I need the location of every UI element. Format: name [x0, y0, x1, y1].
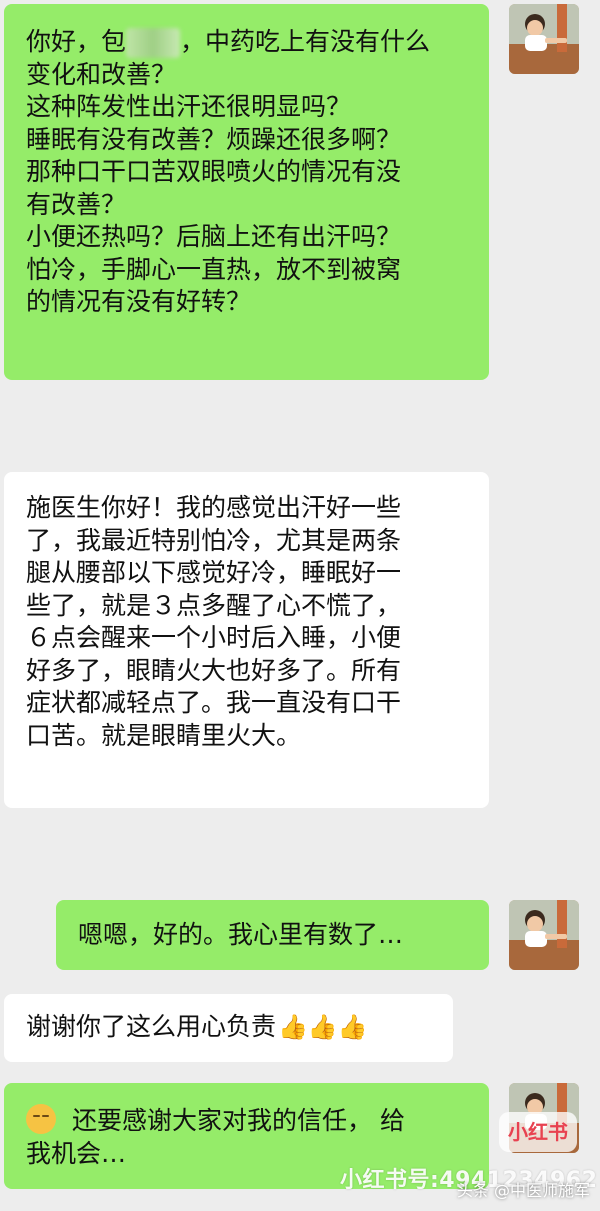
message-line: 有改善？	[26, 189, 127, 219]
message-line: 腿从腰部以下感觉好冷，睡眠好一	[26, 558, 402, 587]
message-text: 谢谢你了这么用心负责	[26, 1012, 277, 1041]
message-line: 这种阵发性出汗还很明显吗？	[26, 92, 352, 121]
message-line: 症状都减轻点了。我一直没有口干	[26, 688, 402, 717]
message-line: 还要感谢大家对我的信任， 给	[72, 1106, 405, 1135]
outgoing-message-2[interactable]: 嗯嗯，好的。我心里有数了…	[56, 900, 489, 970]
incoming-message-2[interactable]: 谢谢你了这么用心负责👍👍👍	[4, 994, 453, 1062]
toutiao-watermark: 头条 @中医师施军	[456, 1181, 590, 1200]
message-line: 施医生你好！我的感觉出汗好一些	[26, 493, 402, 522]
user-avatar[interactable]	[509, 900, 579, 970]
message-line: 口苦。就是眼睛里火大。	[26, 720, 302, 750]
message-line: 那种口干口苦双眼喷火的情况有没	[26, 157, 402, 186]
message-line: 的情况有没有好转？	[26, 287, 252, 316]
message-line: 好多了，眼睛火大也好多了。所有	[26, 655, 402, 685]
message-line: 你好，包	[26, 27, 127, 56]
outgoing-message-1[interactable]: 你好，包 ，中药吃上有没有什么 变化和改善？ 这种阵发性出汗还很明显吗？ 睡眠有没…	[4, 4, 489, 380]
message-text: 嗯嗯，好的。我心里有数了…	[78, 920, 404, 949]
message-line: 些了，就是３点多醒了心不慌了，	[26, 590, 402, 620]
child-photo-icon	[509, 4, 579, 74]
user-avatar[interactable]	[509, 4, 579, 74]
message-line: 小便还热吗？后脑上还有出汗吗？	[26, 222, 402, 251]
child-photo-icon	[509, 900, 579, 970]
message-line: 睡眠有没有改善？烦躁还很多啊？	[26, 124, 402, 154]
redacted-name	[126, 28, 181, 58]
incoming-message-1[interactable]: 施医生你好！我的感觉出汗好一些 了，我最近特别怕冷，尤其是两条 腿从腰部以下感觉…	[4, 472, 489, 808]
message-line: 变化和改善？	[26, 59, 177, 89]
message-line: 了，我最近特别怕冷，尤其是两条	[26, 525, 402, 555]
message-line: ６点会醒来一个小时后入睡，小便	[26, 623, 402, 652]
thumbs-up-icon: 👍👍👍	[278, 1013, 368, 1041]
relieved-face-icon	[26, 1104, 56, 1134]
message-line: ，中药吃上有没有什么	[180, 27, 431, 56]
message-line: 怕冷，手脚心一直热，放不到被窝	[26, 254, 402, 284]
xiaohongshu-watermark-badge: 小红书	[499, 1112, 577, 1152]
